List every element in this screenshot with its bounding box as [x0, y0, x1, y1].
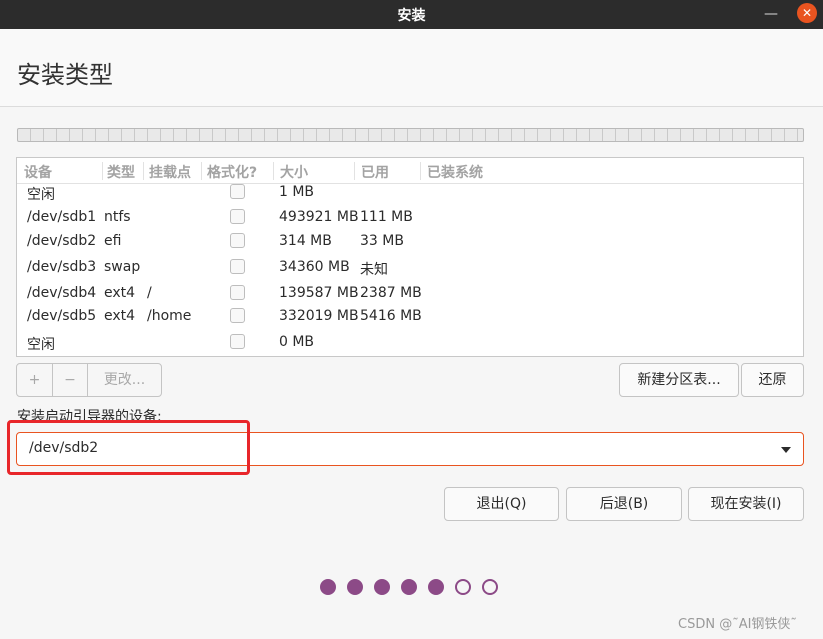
- cell-type: ext4: [104, 308, 136, 324]
- table-row[interactable]: /dev/sdb4 ext4 / 139587 MB 2387 MB: [17, 283, 803, 305]
- table-row[interactable]: /dev/sdb2 efi 314 MB 33 MB: [17, 231, 803, 253]
- cell-device: 空闲: [27, 337, 55, 353]
- progress-dot: [374, 579, 390, 595]
- cell-used: 2387 MB: [360, 285, 422, 301]
- cell-size: 332019 MB: [279, 308, 359, 324]
- column-system[interactable]: 已装系统: [427, 162, 483, 182]
- cell-used: 111 MB: [360, 209, 413, 225]
- cell-used: 5416 MB: [360, 308, 422, 324]
- table-header: 设备 类型 挂载点 格式化? 大小 已用 已装系统: [17, 158, 803, 184]
- partition-bar: [17, 128, 804, 142]
- cell-type: ext4: [104, 285, 136, 301]
- column-mount[interactable]: 挂载点: [149, 162, 191, 182]
- table-row[interactable]: /dev/sdb1 ntfs 493921 MB 111 MB: [17, 207, 803, 229]
- cell-used: 未知: [360, 262, 388, 278]
- column-device[interactable]: 设备: [24, 162, 52, 182]
- back-button[interactable]: 后退(B): [566, 487, 682, 521]
- cell-used: 33 MB: [360, 233, 404, 249]
- cell-device: /dev/sdb1: [27, 209, 97, 225]
- partition-table: 设备 类型 挂载点 格式化? 大小 已用 已装系统 空闲 1 MB /dev/s…: [16, 157, 804, 357]
- progress-dot: [428, 579, 444, 595]
- watermark: CSDN @˜AI钢铁侠˜: [678, 617, 797, 632]
- window-title: 安装: [397, 8, 426, 24]
- progress-dot: [401, 579, 417, 595]
- progress-dot: [320, 579, 336, 595]
- format-checkbox[interactable]: [230, 233, 245, 248]
- add-partition-button[interactable]: +: [17, 364, 52, 396]
- page-title: 安装类型: [17, 61, 113, 89]
- progress-dot: [455, 579, 471, 595]
- annotation-highlight-box: [7, 420, 250, 475]
- table-row[interactable]: 空闲 0 MB: [17, 332, 803, 354]
- table-row[interactable]: /dev/sdb3 swap 34360 MB 未知: [17, 257, 803, 279]
- minimize-icon[interactable]: —: [762, 6, 780, 24]
- cell-size: 34360 MB: [279, 259, 350, 275]
- cell-size: 493921 MB: [279, 209, 359, 225]
- cell-size: 0 MB: [279, 334, 315, 350]
- cell-device: /dev/sdb4: [27, 285, 97, 301]
- window-titlebar: 安装 — ✕: [0, 0, 823, 29]
- format-checkbox[interactable]: [230, 209, 245, 224]
- install-now-button[interactable]: 现在安装(I): [688, 487, 804, 521]
- change-partition-button[interactable]: 更改...: [88, 364, 161, 396]
- close-icon[interactable]: ✕: [797, 3, 817, 23]
- cell-device: 空闲: [27, 187, 55, 203]
- page-header: 安装类型: [0, 29, 823, 107]
- cell-type: swap: [104, 259, 141, 275]
- format-checkbox[interactable]: [230, 285, 245, 300]
- cell-type: ntfs: [104, 209, 131, 225]
- table-row[interactable]: /dev/sdb5 ext4 /home 332019 MB 5416 MB: [17, 306, 803, 328]
- column-type[interactable]: 类型: [107, 162, 135, 182]
- cell-device: /dev/sdb2: [27, 233, 97, 249]
- partition-edit-group: + − 更改...: [16, 363, 162, 397]
- column-used[interactable]: 已用: [361, 162, 389, 182]
- cell-type: efi: [104, 233, 122, 249]
- remove-partition-button[interactable]: −: [53, 364, 87, 396]
- cell-device: /dev/sdb3: [27, 259, 97, 275]
- cell-mount: /home: [147, 308, 192, 324]
- format-checkbox[interactable]: [230, 308, 245, 323]
- format-checkbox[interactable]: [230, 334, 245, 349]
- cell-size: 314 MB: [279, 233, 332, 249]
- dropdown-arrow-icon: [781, 447, 791, 453]
- progress-dot: [482, 579, 498, 595]
- cell-size: 1 MB: [279, 184, 315, 200]
- column-format[interactable]: 格式化?: [207, 162, 257, 182]
- cell-device: /dev/sdb5: [27, 308, 97, 324]
- revert-button[interactable]: 还原: [741, 363, 804, 397]
- cell-size: 139587 MB: [279, 285, 359, 301]
- table-row[interactable]: 空闲 1 MB: [17, 182, 803, 204]
- new-partition-table-button[interactable]: 新建分区表...: [619, 363, 739, 397]
- format-checkbox[interactable]: [230, 184, 245, 199]
- progress-dot: [347, 579, 363, 595]
- quit-button[interactable]: 退出(Q): [444, 487, 559, 521]
- column-size[interactable]: 大小: [280, 162, 308, 182]
- cell-mount: /: [147, 285, 152, 301]
- format-checkbox[interactable]: [230, 259, 245, 274]
